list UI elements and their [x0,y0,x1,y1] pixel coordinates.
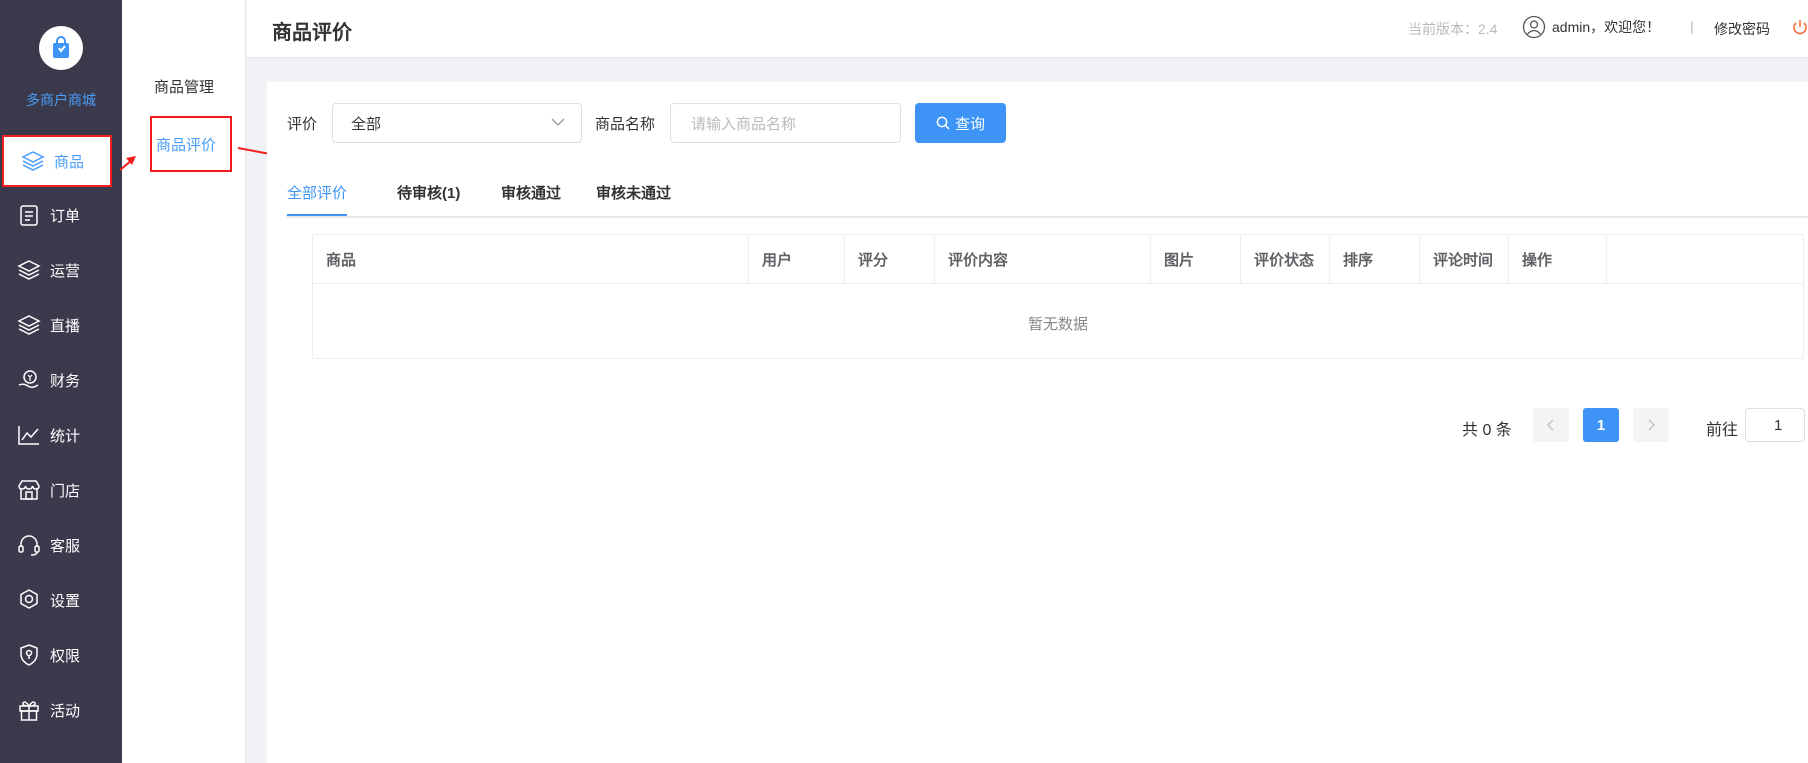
subnav-item-goods-management[interactable]: 商品管理 [154,76,214,97]
chevron-left-icon [1546,419,1554,431]
sidebar-item-label: 客服 [50,537,81,555]
headset-icon [18,535,40,556]
review-status-tabs: 全部评价 待审核(1) 审核通过 审核未通过 [287,176,1808,218]
goto-page-input[interactable]: 1 [1745,408,1805,442]
query-button-label: 查询 [954,115,985,133]
column-header: 用户 [749,235,845,284]
column-header: 排序 [1330,235,1420,284]
tab-active-indicator [287,214,347,216]
gear-icon [20,589,38,609]
main-content: 评价 全部 商品名称 请输入商品名称 查询 全部评价 待审核(1) 审核通过 审… [267,82,1808,763]
column-header: 评论时间 [1420,235,1509,284]
tab-all-reviews[interactable]: 全部评价 [287,182,347,203]
logo: 多商户商城 [0,0,122,132]
shield-icon [20,644,38,666]
sidebar-item-activities[interactable]: 活动 [0,688,122,732]
column-header: 评价内容 [935,235,1151,284]
subnav-item-label: 商品评价 [156,136,217,154]
rating-filter-label: 评价 [287,116,318,133]
clipboard-icon [20,205,38,226]
column-header: 评价状态 [1241,235,1330,284]
sidebar-item-goods[interactable]: 商品 [2,135,112,187]
subnav-item-goods-reviews[interactable]: 商品评价 [150,116,232,172]
sidebar-item-stores[interactable]: 门店 [0,468,122,512]
logo-text: 多商户商城 [26,92,96,108]
rating-select[interactable]: 全部 [332,103,582,143]
sidebar-item-label: 设置 [50,592,81,610]
sidebar-item-label: 订单 [50,207,81,225]
sidebar-item-label: 活动 [50,702,81,720]
reviews-table: 商品 用户 评分 评价内容 图片 评价状态 排序 评论时间 操作 暂无数据 [312,234,1804,359]
header-divider: | [1690,18,1694,34]
goto-label: 前往 [1706,422,1739,439]
money-hand-icon [18,370,39,389]
user-avatar-icon [1522,15,1546,39]
layers-icon [17,315,41,335]
sidebar-item-statistics[interactable]: 统计 [0,413,122,457]
top-header: 商品评价 当前版本：2.4 admin，欢迎您！ | 修改密码 [247,0,1808,58]
version-label: 当前版本：2.4 [1408,21,1498,37]
page-number-button[interactable]: 1 [1583,408,1619,442]
pagination-total: 共 0 条 [1462,422,1512,439]
sidebar-item-label: 权限 [50,647,81,665]
product-name-input[interactable]: 请输入商品名称 [670,103,901,143]
query-button[interactable]: 查询 [915,103,1006,143]
chevron-right-icon [1648,419,1656,431]
product-name-label: 商品名称 [595,116,656,133]
sidebar-item-orders[interactable]: 订单 [0,193,122,237]
store-icon [18,480,40,500]
rating-select-value: 全部 [351,116,382,133]
sidebar-item-permissions[interactable]: 权限 [0,633,122,677]
logout-button[interactable] [1792,18,1808,41]
gift-icon [19,701,39,721]
sidebar-item-finance[interactable]: 财务 [0,358,122,402]
sidebar-item-label: 财务 [50,372,81,390]
sub-navigation: 商品管理 商品评价 [122,0,246,763]
sidebar-item-operations[interactable]: 运营 [0,248,122,292]
column-header: 评分 [845,235,935,284]
sidebar-item-live[interactable]: 直播 [0,303,122,347]
user-info[interactable]: admin，欢迎您！ [1522,15,1660,39]
sidebar-item-label: 统计 [50,427,81,445]
power-icon [1793,20,1807,35]
tab-approved[interactable]: 审核通过 [501,182,561,203]
sidebar-item-label: 门店 [50,482,81,500]
user-greeting: admin，欢迎您！ [1552,19,1661,35]
layers-icon [21,151,45,171]
shopping-bag-icon [39,26,83,70]
sidebar-item-label: 运营 [50,262,81,280]
tab-rejected[interactable]: 审核未通过 [596,182,671,203]
tab-pending-review[interactable]: 待审核(1) [397,182,460,203]
change-password-link[interactable]: 修改密码 [1714,19,1770,39]
annotation-arrow [119,156,136,171]
line-chart-icon [18,426,39,445]
column-header: 操作 [1509,235,1607,284]
sidebar-item-customer-service[interactable]: 客服 [0,523,122,567]
empty-state-text: 暂无数据 [1027,316,1088,333]
layers-icon [17,260,41,280]
prev-page-button[interactable] [1533,408,1569,442]
sidebar-item-label: 直播 [50,317,81,335]
sidebar-item-label: 商品 [54,153,85,171]
page-title: 商品评价 [272,22,352,44]
next-page-button[interactable] [1633,408,1669,442]
sidebar-item-settings[interactable]: 设置 [0,578,122,622]
table-header-row: 商品 用户 评分 评价内容 图片 评价状态 排序 评论时间 操作 [313,235,1803,284]
column-header: 商品 [313,235,749,284]
column-header: 图片 [1151,235,1241,284]
search-icon [936,116,950,130]
chevron-down-icon [551,118,565,126]
